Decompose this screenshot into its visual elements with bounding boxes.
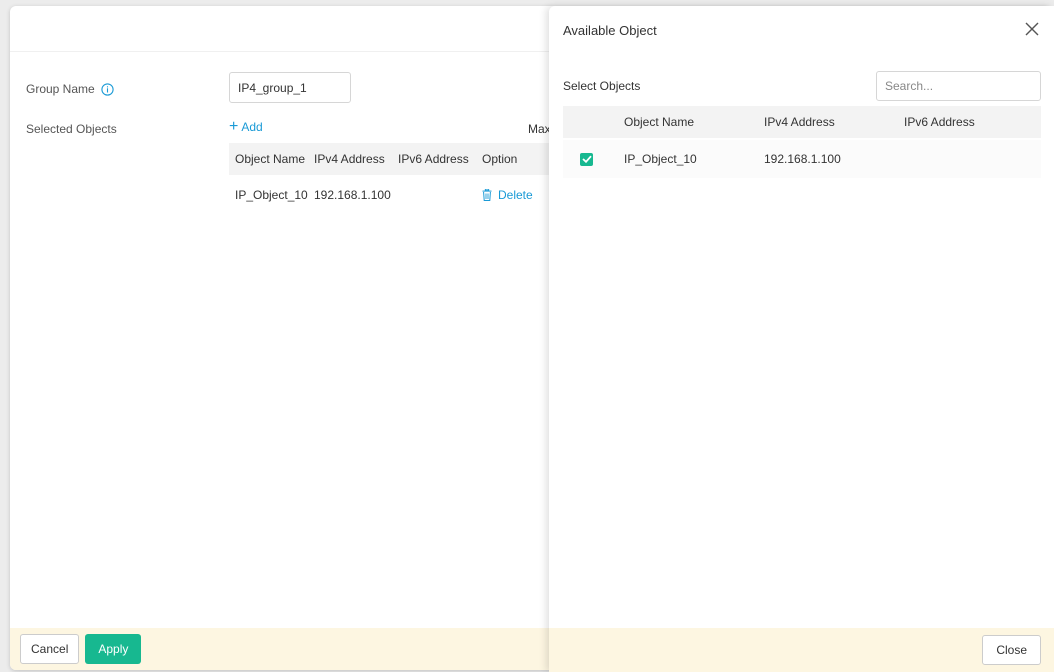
trash-icon: [482, 189, 492, 201]
column-header-object-name: Object Name: [235, 152, 306, 166]
available-table-header: Object Name IPv4 Address IPv6 Address: [563, 106, 1041, 138]
info-icon[interactable]: [101, 82, 114, 96]
row-checkbox[interactable]: [580, 152, 593, 166]
selected-objects-label: Selected Objects: [26, 122, 117, 136]
cancel-button[interactable]: Cancel: [20, 634, 80, 664]
group-name-input[interactable]: [229, 72, 351, 103]
drawer-footer: Close: [549, 628, 1054, 672]
delete-label: Delete: [498, 188, 533, 202]
drawer-title: Available Object: [563, 23, 657, 38]
available-object-drawer: Available Object Select Objects Object N…: [549, 6, 1054, 672]
group-name-label: Group Name: [26, 82, 114, 96]
column-header-option: Option: [482, 152, 518, 166]
selected-table-header: Object Name IPv4 Address IPv6 Address Op…: [229, 143, 559, 175]
apply-button[interactable]: Apply: [85, 634, 142, 664]
group-name-label-text: Group Name: [26, 82, 95, 96]
delete-button[interactable]: Delete: [482, 188, 559, 202]
column-header-ipv4: IPv4 Address: [314, 152, 385, 166]
table-row[interactable]: IP_Object_10 192.168.1.100: [563, 140, 1041, 178]
check-icon: [581, 155, 592, 163]
select-objects-label: Select Objects: [563, 79, 641, 93]
table-row: IP_Object_10 192.168.1.100 Delete: [229, 177, 559, 213]
max-label: Max: [528, 122, 551, 136]
search-input[interactable]: [876, 71, 1041, 101]
close-button[interactable]: Close: [982, 635, 1041, 665]
column-header-ipv4: IPv4 Address: [764, 115, 835, 129]
cell-ipv4: 192.168.1.100: [764, 152, 841, 166]
close-icon[interactable]: [1023, 20, 1041, 38]
add-object-button[interactable]: + Add: [229, 118, 263, 135]
cell-object-name: IP_Object_10: [235, 188, 308, 202]
column-header-ipv6: IPv6 Address: [904, 115, 975, 129]
column-header-object-name: Object Name: [624, 115, 695, 129]
add-label: Add: [241, 120, 263, 134]
column-header-ipv6: IPv6 Address: [398, 152, 469, 166]
cell-ipv4: 192.168.1.100: [314, 188, 391, 202]
cell-object-name: IP_Object_10: [624, 152, 697, 166]
plus-icon: +: [229, 118, 239, 135]
